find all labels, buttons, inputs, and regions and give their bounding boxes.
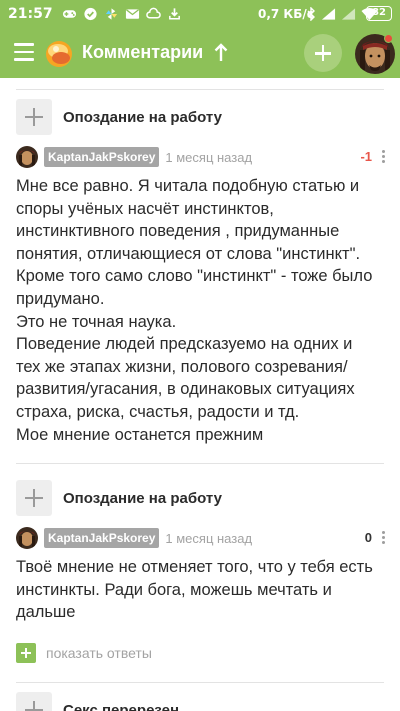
author-name[interactable]: KaptanJakPskorey: [44, 528, 160, 548]
comment-rating: -1: [360, 149, 372, 164]
comment-line: дальше: [16, 603, 76, 622]
post-title: Опоздание на работу: [63, 489, 222, 507]
notification-badge: [384, 34, 393, 43]
divider: [16, 682, 384, 683]
cloud-icon: [146, 7, 161, 19]
comment-line: Это не точная наука.: [16, 312, 177, 331]
add-post-button[interactable]: [304, 34, 342, 72]
hamburger-menu-icon[interactable]: [14, 43, 34, 65]
status-time: 21:57: [8, 6, 53, 22]
bluetooth-icon: [307, 7, 315, 21]
show-replies-label: показать ответы: [46, 645, 152, 661]
comment-line: страха, риска, счастья, радости и тд.: [16, 402, 300, 421]
comment-line: придумано.: [16, 289, 105, 308]
comment-line: Поведение людей предсказуемо на одних и: [16, 335, 353, 354]
battery-indicator: 82: [366, 6, 392, 21]
pirate-avatar-icon: [16, 527, 38, 549]
plus-icon: [16, 99, 52, 135]
post-link[interactable]: Опоздание на работу: [16, 99, 222, 135]
status-bar: 21:57 0,7 КБ/с 82: [0, 0, 400, 30]
signal-icon: [341, 8, 356, 20]
page-title: Комментарии: [82, 42, 204, 62]
mail-icon: [125, 9, 140, 19]
plus-icon: [16, 480, 52, 516]
post-title: Опоздание на работу: [63, 108, 222, 126]
comments-list: Опоздание на работу KaptanJakPskorey 1 м…: [0, 78, 400, 711]
more-options-icon[interactable]: [380, 150, 386, 164]
comment-text: Мне все равно. Я читала подобную статью …: [16, 175, 386, 446]
signal-icon: [321, 8, 336, 20]
comment-line: споры учёных насчёт инстинктов,: [16, 199, 274, 218]
plus-icon: [16, 692, 52, 711]
author-avatar[interactable]: [16, 146, 38, 168]
download-icon: [169, 8, 180, 20]
divider: [16, 463, 384, 464]
app-logo-icon: [46, 41, 72, 67]
comment-text: Твоё мнение не отменяет того, что у тебя…: [16, 556, 386, 624]
comment-meta: KaptanJakPskorey 1 месяц назад -1: [16, 145, 386, 169]
gamepad-icon: [62, 10, 77, 18]
comment-line: тех же этапах жизни, полового созревания…: [16, 357, 348, 376]
comment-line: развития/угасания, в одинаковых ситуация…: [16, 380, 355, 399]
comment-meta: KaptanJakPskorey 1 месяц назад 0: [16, 526, 386, 550]
post-link[interactable]: Опоздание на работу: [16, 480, 222, 516]
comment-line: Мое мнение останется прежним: [16, 425, 264, 444]
comment-line: Твоё мнение не отменяет того, что у тебя…: [16, 558, 373, 576]
post-title: Секс перерезен: [63, 701, 180, 711]
more-options-icon[interactable]: [380, 531, 386, 545]
comment-line: инстинктивного поведения , придуманные: [16, 222, 340, 241]
comment-time: 1 месяц назад: [165, 530, 253, 546]
notification-icons: [62, 7, 182, 21]
check-badge-icon: [84, 7, 97, 21]
divider: [16, 89, 384, 90]
comment-line: инстинкты. Ради бога, можешь мечтать и: [16, 580, 332, 599]
show-replies-button[interactable]: показать ответы: [16, 643, 152, 663]
comment-rating: 0: [364, 530, 372, 545]
pirate-avatar-icon: [16, 146, 38, 168]
comment-line: Мне все равно. Я читала подобную статью …: [16, 177, 360, 195]
arrow-up-icon[interactable]: [214, 43, 228, 63]
pinwheel-icon: [105, 8, 118, 20]
plus-icon: [16, 643, 36, 663]
author-name[interactable]: KaptanJakPskorey: [44, 147, 160, 167]
comment-line: Кроме того само слово "инстинкт" - тоже …: [16, 267, 373, 286]
comment-line: понятия, отличающиеся от слова "инстинкт…: [16, 244, 361, 263]
post-link[interactable]: Секс перерезен: [16, 692, 179, 711]
author-avatar[interactable]: [16, 527, 38, 549]
app-bar: Комментарии: [0, 30, 400, 78]
comment-time: 1 месяц назад: [165, 149, 253, 165]
